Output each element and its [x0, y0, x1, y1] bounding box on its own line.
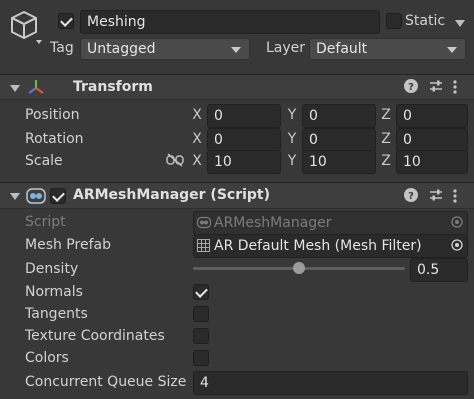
static-label: Static — [405, 13, 446, 29]
texture-coordinates-label: Texture Coordinates — [25, 328, 165, 344]
rotation-z-field[interactable]: 0 — [396, 128, 468, 152]
armesh-header[interactable]: ARMeshManager (Script) ? — [0, 182, 474, 209]
rotation-x-axis: X — [192, 131, 202, 147]
link-constrain-icon[interactable] — [166, 153, 184, 167]
chevron-down-icon — [447, 47, 457, 53]
colors-label: Colors — [25, 350, 69, 366]
transform-axes-icon — [28, 80, 44, 94]
density-label: Density — [25, 261, 79, 277]
normals-checkbox[interactable] — [193, 284, 209, 300]
transform-header[interactable]: Transform ? — [0, 74, 474, 100]
concurrent-queue-size-label: Concurrent Queue Size — [25, 374, 187, 390]
object-picker-icon[interactable] — [451, 239, 463, 251]
colors-checkbox[interactable] — [193, 350, 209, 366]
script-field: ARMeshManager — [193, 211, 468, 235]
gameobject-cube-icon[interactable] — [10, 10, 42, 44]
scale-x-axis: X — [192, 153, 202, 169]
armesh-title: ARMeshManager (Script) — [73, 187, 271, 203]
layer-label: Layer — [266, 40, 306, 56]
position-x-field[interactable]: 0 — [207, 104, 281, 128]
chevron-down-icon — [231, 47, 241, 53]
object-picker-icon — [451, 216, 463, 228]
help-icon[interactable]: ? — [404, 79, 418, 97]
tag-label: Tag — [50, 40, 74, 56]
presets-icon[interactable] — [429, 79, 443, 97]
layer-value: Default — [316, 41, 368, 57]
script-value: ARMeshManager — [214, 215, 332, 231]
static-checkbox[interactable] — [386, 13, 402, 29]
position-x-axis: X — [192, 107, 202, 123]
svg-text:?: ? — [408, 191, 414, 202]
scale-y-axis: Y — [287, 153, 297, 169]
transform-title: Transform — [73, 79, 153, 95]
position-z-axis: Z — [381, 107, 391, 123]
scale-z-field[interactable]: 10 — [396, 150, 468, 174]
foldout-arrow-icon[interactable] — [10, 193, 20, 200]
mesh-prefab-value: AR Default Mesh (Mesh Filter) — [214, 238, 422, 254]
scale-label: Scale — [25, 153, 63, 169]
active-checkbox[interactable] — [58, 13, 74, 29]
position-y-axis: Y — [287, 107, 297, 123]
kebab-menu-icon[interactable] — [452, 79, 458, 99]
help-icon[interactable]: ? — [404, 188, 418, 206]
normals-label: Normals — [25, 284, 83, 300]
tag-dropdown[interactable]: Untagged — [80, 38, 250, 60]
script-component-icon — [197, 216, 211, 229]
tangents-checkbox[interactable] — [193, 306, 209, 322]
mesh-prefab-field[interactable]: AR Default Mesh (Mesh Filter) — [193, 234, 468, 258]
tag-value: Untagged — [87, 41, 156, 57]
density-value-field[interactable]: 0.5 — [410, 258, 468, 282]
mesh-filter-grid-icon — [197, 239, 210, 252]
rotation-z-axis: Z — [381, 131, 391, 147]
rotation-x-field[interactable]: 0 — [207, 128, 281, 152]
rotation-label: Rotation — [25, 131, 84, 147]
script-component-icon — [26, 188, 46, 204]
foldout-arrow-icon[interactable] — [10, 85, 20, 92]
scale-x-field[interactable]: 10 — [207, 150, 281, 174]
position-label: Position — [25, 107, 80, 123]
armesh-enabled-checkbox[interactable] — [50, 188, 66, 204]
texture-coordinates-checkbox[interactable] — [193, 328, 209, 344]
gameobject-name-field[interactable]: Meshing — [80, 10, 380, 34]
position-y-field[interactable]: 0 — [302, 104, 376, 128]
position-z-field[interactable]: 0 — [396, 104, 468, 128]
rotation-y-axis: Y — [287, 131, 297, 147]
presets-icon[interactable] — [429, 188, 443, 206]
script-label: Script — [25, 214, 66, 230]
layer-dropdown[interactable]: Default — [309, 38, 466, 60]
mesh-prefab-label: Mesh Prefab — [25, 237, 111, 253]
static-dropdown-icon[interactable] — [455, 20, 465, 27]
tangents-label: Tangents — [25, 306, 88, 322]
concurrent-queue-size-field[interactable]: 4 — [193, 371, 468, 395]
svg-text:?: ? — [408, 82, 414, 93]
scale-z-axis: Z — [381, 153, 391, 169]
kebab-menu-icon[interactable] — [452, 188, 458, 208]
density-slider-thumb[interactable] — [293, 262, 305, 274]
scale-y-field[interactable]: 10 — [302, 150, 376, 174]
rotation-y-field[interactable]: 0 — [302, 128, 376, 152]
